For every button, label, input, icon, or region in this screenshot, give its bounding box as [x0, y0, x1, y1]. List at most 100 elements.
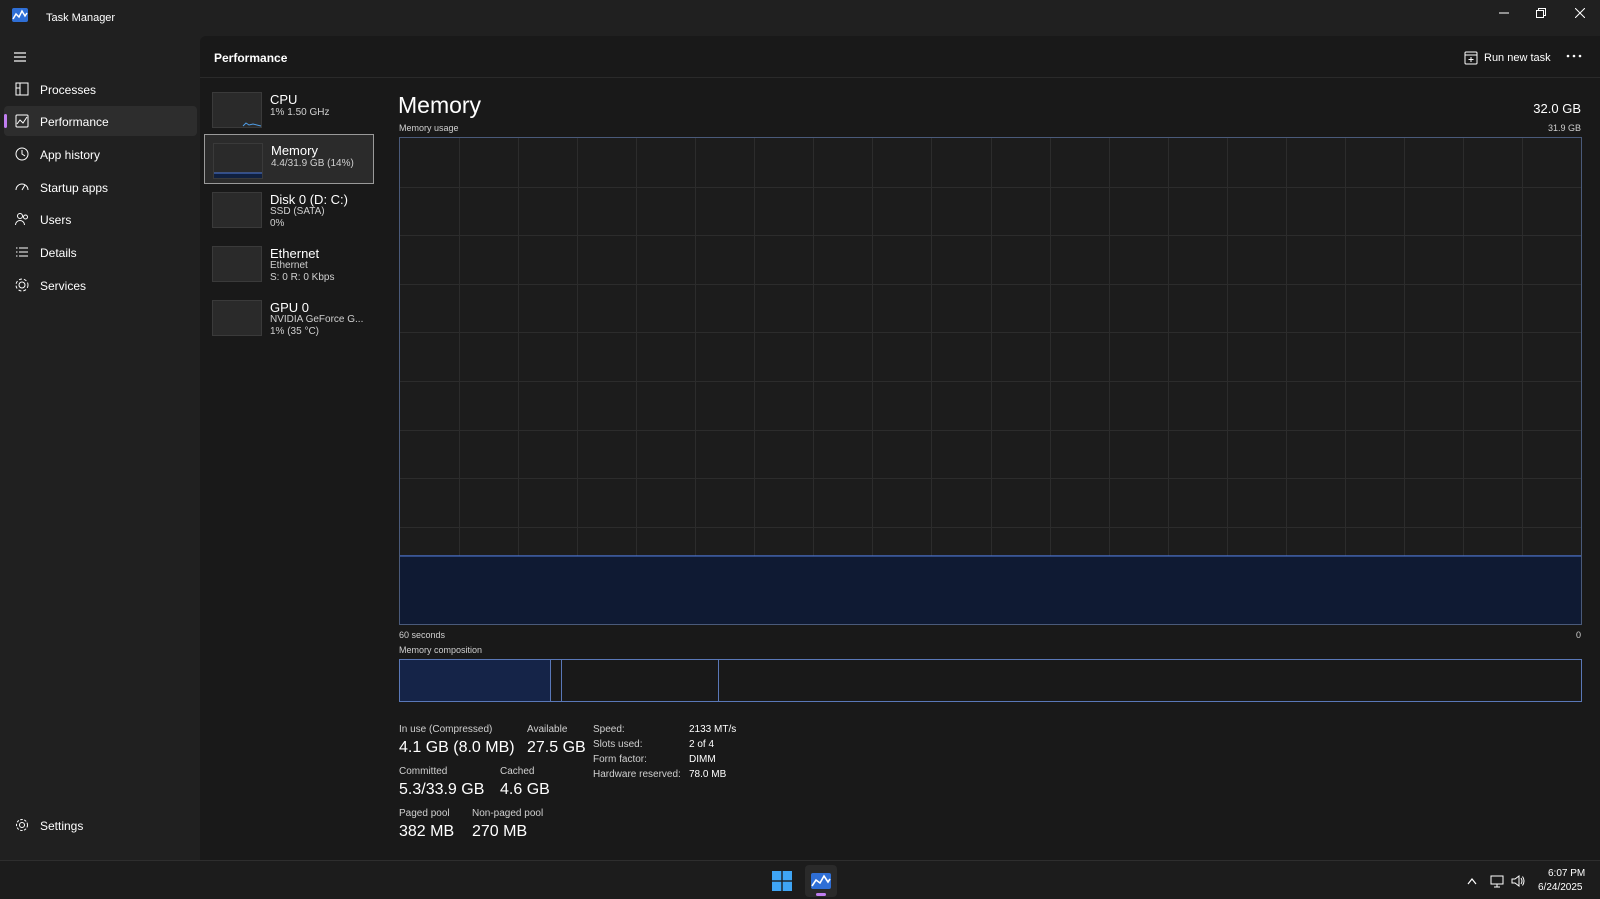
taskbar-task-manager-button[interactable] [805, 865, 837, 897]
cpu-thumbnail-graph [212, 92, 262, 128]
hamburger-menu-icon[interactable] [12, 50, 28, 64]
more-options-button[interactable] [1562, 46, 1586, 66]
paged-pool-label: Paged pool [399, 808, 450, 819]
nav-item-details[interactable]: Details [4, 237, 197, 267]
memory-usage-chart [400, 138, 1581, 624]
form-factor-label: Form factor: [593, 754, 647, 765]
speed-value: 2133 MT/s [689, 724, 737, 735]
chevron-up-icon [1467, 878, 1477, 885]
history-icon [15, 147, 29, 161]
navigation-pane: Processes Performance App history Startu… [0, 36, 200, 860]
composition-standby [562, 660, 719, 701]
form-factor-value: DIMM [689, 754, 716, 765]
device-detail: S: 0 R: 0 Kbps [270, 272, 335, 283]
nav-item-performance[interactable]: Performance [4, 106, 197, 136]
graph-axis-end: 0 [1575, 630, 1581, 640]
title-bar: Task Manager [0, 0, 1600, 36]
device-gpu[interactable]: GPU 0 NVIDIA GeForce G... 1% (35 °C) [204, 292, 374, 342]
non-paged-pool-label: Non-paged pool [472, 808, 544, 819]
performance-icon [15, 114, 29, 128]
memory-total: 32.0 GB [1533, 101, 1581, 116]
non-paged-pool-value: 270 MB [472, 823, 528, 840]
device-name: CPU [270, 92, 298, 107]
nav-item-settings[interactable]: Settings [4, 810, 197, 840]
memory-thumbnail-graph [213, 143, 263, 179]
composition-modified [551, 660, 562, 701]
network-icon [1490, 875, 1504, 888]
committed-value: 5.3/33.9 GB [399, 781, 485, 798]
nav-item-label: Startup apps [40, 181, 109, 195]
memory-sparkline [214, 172, 262, 178]
paged-pool-value: 382 MB [399, 823, 455, 840]
restore-button[interactable] [1522, 0, 1560, 26]
taskbar: 6:07 PM 6/24/2025 [0, 860, 1600, 899]
nav-item-label: Processes [40, 83, 97, 97]
run-new-task-button[interactable]: Run new task [1464, 48, 1551, 68]
close-button[interactable] [1561, 0, 1599, 26]
memory-usage-max: 31.9 GB [1547, 123, 1581, 133]
nav-item-label: Services [40, 279, 87, 293]
device-detail: NVIDIA GeForce G... [270, 314, 364, 325]
clock-date[interactable]: 6/24/2025 [1538, 882, 1583, 893]
nav-item-label: Details [40, 246, 77, 260]
gpu-thumbnail-graph [212, 300, 262, 336]
nav-item-startup-apps[interactable]: Startup apps [4, 172, 197, 202]
device-disk[interactable]: Disk 0 (D: C:) SSD (SATA) 0% [204, 184, 374, 234]
device-name: Memory [271, 143, 318, 158]
device-detail: 0% [270, 218, 285, 229]
nav-item-label: App history [40, 148, 101, 162]
device-ethernet[interactable]: Ethernet Ethernet S: 0 R: 0 Kbps [204, 238, 374, 288]
in-use-label: In use (Compressed) [399, 724, 493, 735]
main-content: Performance Run new task CPU 1% 1.50 GHz… [200, 36, 1600, 860]
page-title: Performance [214, 51, 288, 65]
nav-item-app-history[interactable]: App history [4, 139, 197, 169]
slots-used-value: 2 of 4 [689, 739, 715, 750]
volume-icon [1511, 875, 1525, 887]
more-options-icon [1566, 54, 1582, 58]
nav-item-users[interactable]: Users [4, 204, 197, 234]
task-manager-icon [811, 873, 831, 889]
memory-composition-label: Memory composition [399, 645, 483, 655]
clock-time[interactable]: 6:07 PM [1548, 868, 1585, 879]
volume-tray-button[interactable] [1510, 873, 1526, 889]
device-detail: 1% 1.50 GHz [270, 107, 330, 118]
available-value: 27.5 GB [527, 739, 586, 756]
settings-label: Settings [40, 819, 84, 833]
window-title: Task Manager [46, 12, 116, 24]
disk-thumbnail-graph [212, 192, 262, 228]
run-task-icon [1464, 51, 1478, 65]
ethernet-thumbnail-graph [212, 246, 262, 282]
device-detail: 1% (35 °C) [270, 326, 320, 337]
close-icon [1575, 8, 1585, 18]
nav-item-label: Users [40, 213, 72, 227]
task-manager-icon [12, 8, 28, 22]
windows-start-icon[interactable] [772, 871, 792, 891]
device-name: Ethernet [270, 246, 320, 261]
memory-usage-label: Memory usage [399, 123, 459, 133]
cached-label: Cached [500, 766, 535, 777]
device-detail: 4.4/31.9 GB (14%) [271, 158, 354, 169]
available-label: Available [527, 724, 568, 735]
device-memory[interactable]: Memory 4.4/31.9 GB (14%) [204, 134, 374, 184]
memory-composition-bar [399, 659, 1582, 702]
device-detail: SSD (SATA) [270, 206, 325, 217]
nav-item-label: Performance [40, 115, 109, 129]
details-icon [16, 247, 28, 257]
device-name: GPU 0 [270, 300, 310, 315]
memory-title: Memory [398, 92, 482, 118]
services-icon [15, 278, 29, 292]
cpu-sparkline [242, 122, 262, 127]
gear-icon [16, 819, 28, 831]
show-hidden-icons-button[interactable] [1464, 873, 1480, 889]
composition-free [719, 660, 1581, 701]
slots-used-label: Slots used: [593, 739, 643, 750]
composition-in-use [400, 660, 551, 701]
hardware-reserved-value: 78.0 MB [689, 769, 727, 780]
minimize-button[interactable] [1485, 0, 1523, 26]
nav-item-services[interactable]: Services [4, 270, 197, 300]
hardware-reserved-label: Hardware reserved: [593, 769, 681, 780]
nav-item-processes[interactable]: Processes [4, 74, 197, 104]
startup-icon [15, 183, 29, 191]
device-cpu[interactable]: CPU 1% 1.50 GHz [204, 84, 374, 134]
network-tray-button[interactable] [1489, 873, 1505, 889]
